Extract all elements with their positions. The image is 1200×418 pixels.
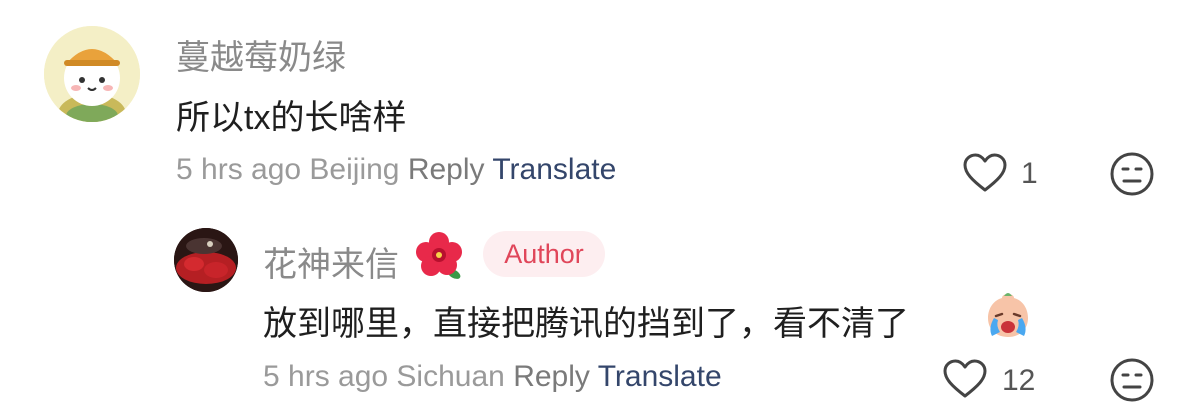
avatar[interactable] (44, 26, 140, 122)
hibiscus-icon (414, 230, 464, 285)
avatar[interactable] (174, 228, 238, 292)
comment-username[interactable]: 花神来信 (263, 237, 399, 286)
comment-text: 放到哪里，直接把腾讯的挡到了，看不清了 (263, 305, 909, 343)
translate-button[interactable]: Translate (598, 360, 722, 393)
heart-icon[interactable] (942, 358, 988, 405)
heart-icon[interactable] (962, 152, 1008, 199)
comment-time-location: 5 hrs ago Sichuan (263, 360, 505, 393)
comment-text: 所以tx的长啥样 (176, 99, 407, 137)
translate-button[interactable]: Translate (492, 153, 616, 186)
neutral-face-icon[interactable] (1109, 357, 1155, 408)
like-count: 1 (1021, 157, 1038, 190)
comment-meta: 5 hrs ago Beijing Reply Translate (176, 153, 616, 187)
comment-username[interactable]: 蔓越莓奶绿 (176, 30, 346, 79)
comment-time-location: 5 hrs ago Beijing (176, 153, 400, 186)
author-badge: Author (483, 231, 605, 277)
comment-meta: 5 hrs ago Sichuan Reply Translate (263, 360, 722, 394)
like-count: 12 (1002, 364, 1036, 397)
reply-button[interactable]: Reply (408, 153, 485, 186)
crying-emoji-icon (982, 290, 1034, 345)
reply-button[interactable]: Reply (513, 360, 590, 393)
neutral-face-icon[interactable] (1109, 151, 1155, 202)
